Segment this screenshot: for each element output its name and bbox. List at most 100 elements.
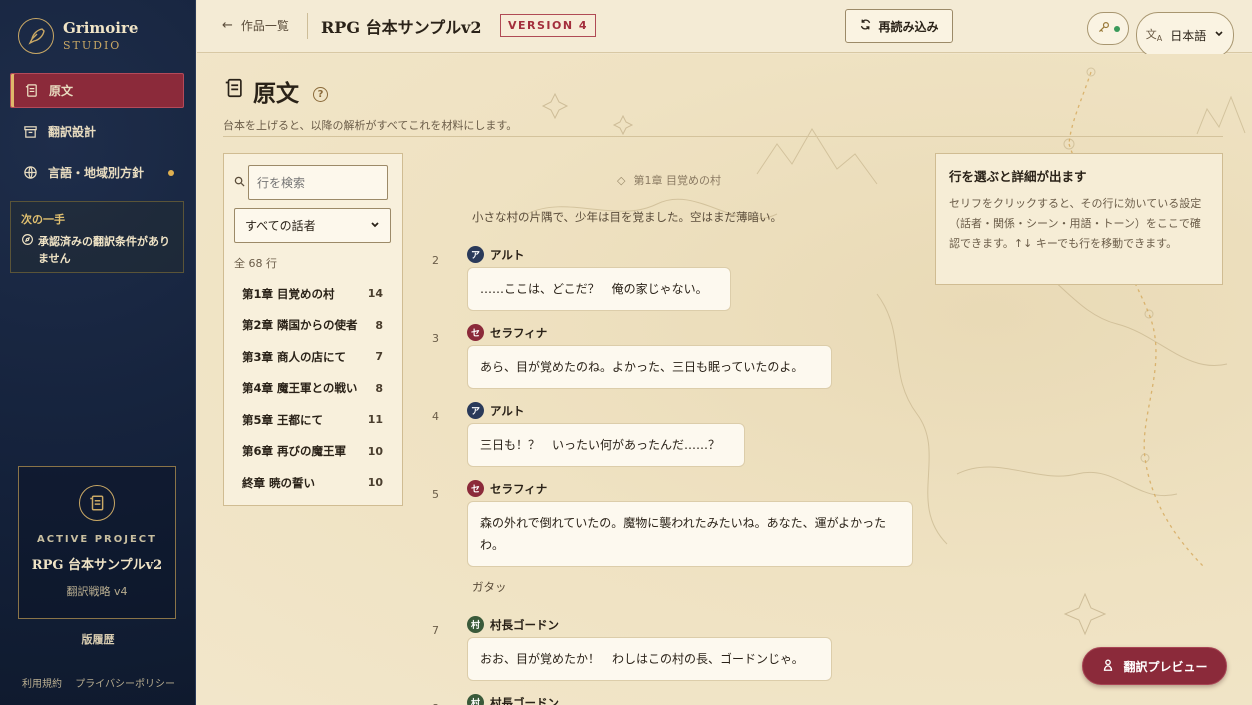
chapter-count: 7 xyxy=(375,350,383,364)
translate-icon: 文A xyxy=(1145,28,1163,44)
dialogue-line[interactable]: 4 アアルト 三日も！？ いったい何があったんだ……？ xyxy=(432,402,745,467)
dialogue-bubble[interactable]: 森の外れで倒れていたの。魔物に襲われたみたいね。あなた、運がよかったわ。 xyxy=(467,501,913,567)
dialogue-line[interactable]: 8 村村長ゴードン xyxy=(432,694,559,705)
chapter-heading: ◇ 第1章 目覚めの村 xyxy=(609,172,721,188)
dialogue-line[interactable]: 2 アアルト ……ここは、どこだ？ 俺の家じゃない。 xyxy=(432,246,731,311)
chapter-name: 第3章 商人の店にて xyxy=(242,349,347,364)
active-project-card[interactable]: ACTIVE PROJECT RPG 台本サンプルv2 翻訳戦略 v4 xyxy=(18,466,176,619)
chapter-count: 14 xyxy=(367,287,383,301)
chapter-item[interactable]: 第5章 王都にて 11 xyxy=(234,404,391,436)
sidebar-item-locale-policy[interactable]: 言語・地域別方針 xyxy=(10,155,184,190)
search-input[interactable] xyxy=(248,165,388,200)
chapter-name: 第6章 再びの魔王軍 xyxy=(242,444,347,459)
next-step-panel: 次の一手 承認済みの翻訳条件がありません xyxy=(10,201,184,273)
arrow-left-icon: ← xyxy=(222,18,233,33)
speaker-name: 村長ゴードン xyxy=(490,695,559,705)
next-step-body: 承認済みの翻訳条件がありません xyxy=(38,235,170,265)
sidebar-item-source[interactable]: 原文 xyxy=(10,73,184,108)
dialogue-bubble[interactable]: おお、目が覚めたか！ わしはこの村の長、ゴードンじゃ。 xyxy=(467,637,832,681)
chapter-count: 10 xyxy=(367,476,383,490)
search-icon xyxy=(234,176,248,190)
chapter-name: 終章 暁の誓い xyxy=(242,475,316,490)
speaker-name: アルト xyxy=(490,403,525,418)
quill-icon xyxy=(18,18,54,54)
narration-line[interactable]: ガタッ xyxy=(472,579,507,595)
line-number: 2 xyxy=(432,254,439,267)
sidebar-item-translation-design[interactable]: 翻訳設計 xyxy=(10,114,184,149)
divider xyxy=(223,136,1223,137)
dialogue-line[interactable]: 5 セセラフィナ 森の外れで倒れていたの。魔物に襲われたみたいね。あなた、運がよ… xyxy=(432,480,913,567)
compass-icon xyxy=(21,233,34,267)
scroll-icon xyxy=(223,77,245,105)
chapter-name: 第4章 魔王軍との戦い xyxy=(242,381,358,396)
translation-preview-button[interactable]: 翻訳プレビュー xyxy=(1082,647,1227,685)
reload-label: 再読み込み xyxy=(878,19,939,34)
sidebar-nav: 原文 翻訳設計 言語・地域別方針 xyxy=(10,73,184,196)
sidebar-item-label: 翻訳設計 xyxy=(48,125,97,139)
dialogue-line[interactable]: 7 村村長ゴードン おお、目が覚めたか！ わしはこの村の長、ゴードンじゃ。 xyxy=(432,616,832,681)
narration-line[interactable]: 小さな村の片隅で、少年は目を覚ました。空はまだ薄暗い。 xyxy=(472,209,782,225)
chapter-item[interactable]: 第1章 目覚めの村 14 xyxy=(234,278,391,310)
dialogue-bubble[interactable]: 三日も！？ いったい何があったんだ……？ xyxy=(467,423,745,467)
api-key-button[interactable] xyxy=(1087,12,1129,45)
active-project-strategy: 翻訳戦略 v4 xyxy=(66,585,128,598)
chapter-item[interactable]: 第3章 商人の店にて 7 xyxy=(234,341,391,373)
speaker-name: セラフィナ xyxy=(490,481,548,496)
chapter-count: 8 xyxy=(375,381,383,395)
chapter-name: 第2章 隣国からの使者 xyxy=(242,318,358,333)
chevron-down-icon xyxy=(370,219,380,233)
chapter-item[interactable]: 終章 暁の誓い 10 xyxy=(234,467,391,499)
sidebar-item-label: 言語・地域別方針 xyxy=(48,166,145,180)
back-to-works-link[interactable]: ← 作品一覧 xyxy=(222,17,289,34)
active-project-label: ACTIVE PROJECT xyxy=(37,534,157,545)
divider xyxy=(307,13,308,39)
dialogue-bubble[interactable]: ……ここは、どこだ？ 俺の家じゃない。 xyxy=(467,267,731,311)
speaker-avatar: セ xyxy=(467,480,484,497)
preview-label: 翻訳プレビュー xyxy=(1123,659,1208,674)
chapter-name: 第1章 目覚めの村 xyxy=(242,286,335,301)
help-icon[interactable]: ? xyxy=(313,86,328,102)
chapter-list: 第1章 目覚めの村 14 第2章 隣国からの使者 8 第3章 商人の店にて 7 第4章… xyxy=(234,278,391,499)
chapter-item[interactable]: 第2章 隣国からの使者 8 xyxy=(234,310,391,342)
chapter-count: 10 xyxy=(367,444,383,458)
speaker-name: セラフィナ xyxy=(490,325,548,340)
speaker-avatar: セ xyxy=(467,324,484,341)
sidebar: Grimoire STUDIO 原文 翻訳設計 言語・地域別方針 次の一手 承認… xyxy=(0,0,196,705)
speaker-name: アルト xyxy=(490,247,525,262)
footer-links: 利用規約 プライバシーポリシー xyxy=(22,675,185,690)
chapter-item[interactable]: 第4章 魔王軍との戦い 8 xyxy=(234,373,391,405)
top-bar: ← 作品一覧 RPG 台本サンプルv2 VERSION 4 再読み込み 文A 日… xyxy=(197,0,1252,58)
line-number: 5 xyxy=(432,488,439,501)
scroll-icon xyxy=(79,485,115,521)
page-title-text: 原文 xyxy=(253,80,299,107)
page-title: 原文 ? xyxy=(223,74,517,108)
speaker-select[interactable]: すべての話者 xyxy=(234,208,391,243)
chevron-down-icon xyxy=(1214,28,1224,42)
detail-title: 行を選ぶと詳細が出ます xyxy=(949,169,1087,184)
language-selector[interactable]: 文A 日本語 xyxy=(1136,12,1234,58)
line-number: 7 xyxy=(432,624,439,637)
speaker-avatar: ア xyxy=(467,402,484,419)
line-number: 4 xyxy=(432,410,439,423)
version-history-link[interactable]: 版履歴 xyxy=(0,631,196,647)
archive-icon xyxy=(22,124,38,140)
reload-button[interactable]: 再読み込み xyxy=(845,9,953,43)
speaker-avatar: 村 xyxy=(467,694,484,705)
search-box xyxy=(234,165,391,200)
detail-body: セリフをクリックすると、その行に効いている設定（話者・関係・シーン・用語・トーン… xyxy=(949,197,1202,250)
scroll-icon xyxy=(23,83,39,99)
brand-subtitle: STUDIO xyxy=(63,39,122,52)
globe-icon xyxy=(22,165,38,181)
speaker-name: 村長ゴードン xyxy=(490,617,559,632)
chapter-name: 第5章 王都にて xyxy=(242,412,324,427)
key-icon xyxy=(1097,21,1110,37)
privacy-link[interactable]: プライバシーポリシー xyxy=(75,679,175,690)
terms-link[interactable]: 利用規約 xyxy=(22,679,62,690)
line-number: 3 xyxy=(432,332,439,345)
filter-panel: すべての話者 全 68 行 第1章 目覚めの村 14 第2章 隣国からの使者 8 第… xyxy=(223,153,403,506)
dialogue-line[interactable]: 3 セセラフィナ あら、目が覚めたのね。よかった、三日も眠っていたのよ。 xyxy=(432,324,832,389)
dialogue-bubble[interactable]: あら、目が覚めたのね。よかった、三日も眠っていたのよ。 xyxy=(467,345,832,389)
brand-logo[interactable]: Grimoire STUDIO xyxy=(18,18,138,54)
chapter-item[interactable]: 第6章 再びの魔王軍 10 xyxy=(234,436,391,468)
status-dot xyxy=(1113,25,1120,32)
